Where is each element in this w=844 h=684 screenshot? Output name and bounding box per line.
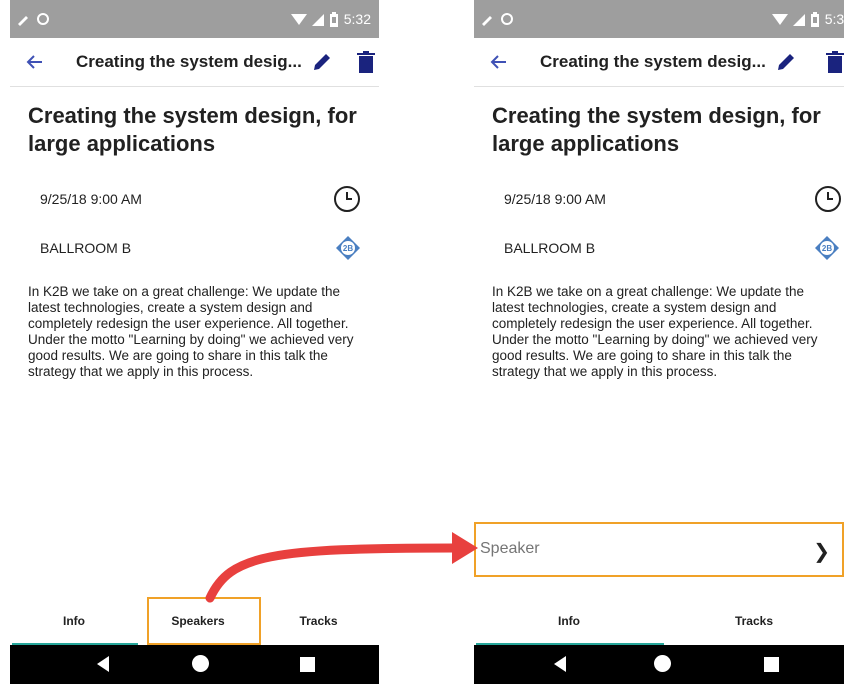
- session-datetime: 9/25/18 9:00 AM: [504, 191, 606, 207]
- phone-screen-left: 5:32 Creating the system desig... Creati…: [10, 0, 379, 684]
- app-bar: Creating the system desig...: [474, 38, 844, 87]
- nav-back-icon[interactable]: [97, 656, 109, 672]
- tab-tracks-label: Tracks: [734, 614, 774, 628]
- edit-pencil-icon[interactable]: [774, 50, 798, 74]
- session-datetime: 9/25/18 9:00 AM: [40, 191, 142, 207]
- session-room: BALLROOM B: [40, 240, 132, 256]
- tab-info-label: Info: [63, 614, 85, 628]
- signal-icon: [792, 13, 805, 26]
- edit-pencil-icon[interactable]: [310, 50, 334, 74]
- tab-tracks-label: Tracks: [299, 614, 338, 628]
- battery-icon: [329, 11, 338, 27]
- wifi-icon: [290, 13, 307, 25]
- session-title: Creating the system design, for large ap…: [28, 103, 357, 156]
- android-nav-bar: [474, 645, 844, 684]
- nav-back-icon[interactable]: [554, 656, 566, 672]
- speakers-tab-highlight: [147, 597, 261, 645]
- room-badge-icon: 2B: [815, 236, 839, 260]
- phone-screen-right: 5:32 Creating the system desig... Creati…: [474, 0, 844, 684]
- back-arrow-icon[interactable]: [22, 49, 48, 75]
- circle-status-icon: [37, 13, 49, 25]
- page-title: Creating the system desig...: [540, 52, 766, 71]
- room-badge-text: 2B: [343, 244, 353, 253]
- page-title: Creating the system desig...: [76, 52, 302, 71]
- nav-home-icon[interactable]: [654, 655, 671, 672]
- session-room-row: BALLROOM B 2B: [28, 233, 361, 263]
- session-description: In K2B we take on a great challenge: We …: [28, 284, 354, 379]
- android-nav-bar: [10, 645, 379, 684]
- session-description: In K2B we take on a great challenge: We …: [492, 284, 818, 379]
- tab-info-label: Info: [558, 614, 580, 628]
- clock-icon: [815, 186, 841, 212]
- circle-status-icon: [501, 13, 513, 25]
- speaker-list-item[interactable]: Speaker ❯: [474, 522, 844, 577]
- session-room-row: BALLROOM B 2B: [492, 233, 839, 263]
- battery-icon: [810, 11, 819, 27]
- tab-tracks[interactable]: Tracks: [664, 597, 844, 645]
- back-arrow-icon[interactable]: [486, 49, 512, 75]
- nav-home-icon[interactable]: [192, 655, 209, 672]
- room-badge-icon: 2B: [336, 236, 360, 260]
- app-bar: Creating the system desig...: [10, 38, 379, 87]
- status-time: 5:32: [343, 11, 371, 27]
- delete-trash-icon[interactable]: [355, 50, 377, 74]
- pen-status-icon: [482, 16, 492, 26]
- pen-status-icon: [18, 16, 28, 26]
- session-date-row: 9/25/18 9:00 AM: [28, 184, 361, 214]
- session-title: Creating the system design, for large ap…: [492, 103, 821, 156]
- nav-recent-icon[interactable]: [764, 657, 779, 672]
- tab-info[interactable]: Info: [10, 597, 138, 645]
- chevron-right-icon: ❯: [813, 541, 830, 563]
- status-bar: 5:32: [474, 0, 844, 38]
- tab-bar: Info Tracks: [474, 597, 844, 645]
- room-badge-text: 2B: [822, 244, 832, 253]
- speaker-label: Speaker: [480, 540, 540, 557]
- status-time: 5:32: [824, 11, 844, 27]
- delete-trash-icon[interactable]: [824, 50, 844, 74]
- session-date-row: 9/25/18 9:00 AM: [492, 184, 841, 214]
- nav-recent-icon[interactable]: [300, 657, 315, 672]
- tab-tracks[interactable]: Tracks: [258, 597, 379, 645]
- tab-info[interactable]: Info: [474, 597, 664, 645]
- signal-icon: [311, 13, 324, 26]
- session-room: BALLROOM B: [504, 240, 596, 256]
- status-bar: 5:32: [10, 0, 379, 38]
- wifi-icon: [771, 13, 788, 25]
- clock-icon: [334, 186, 360, 212]
